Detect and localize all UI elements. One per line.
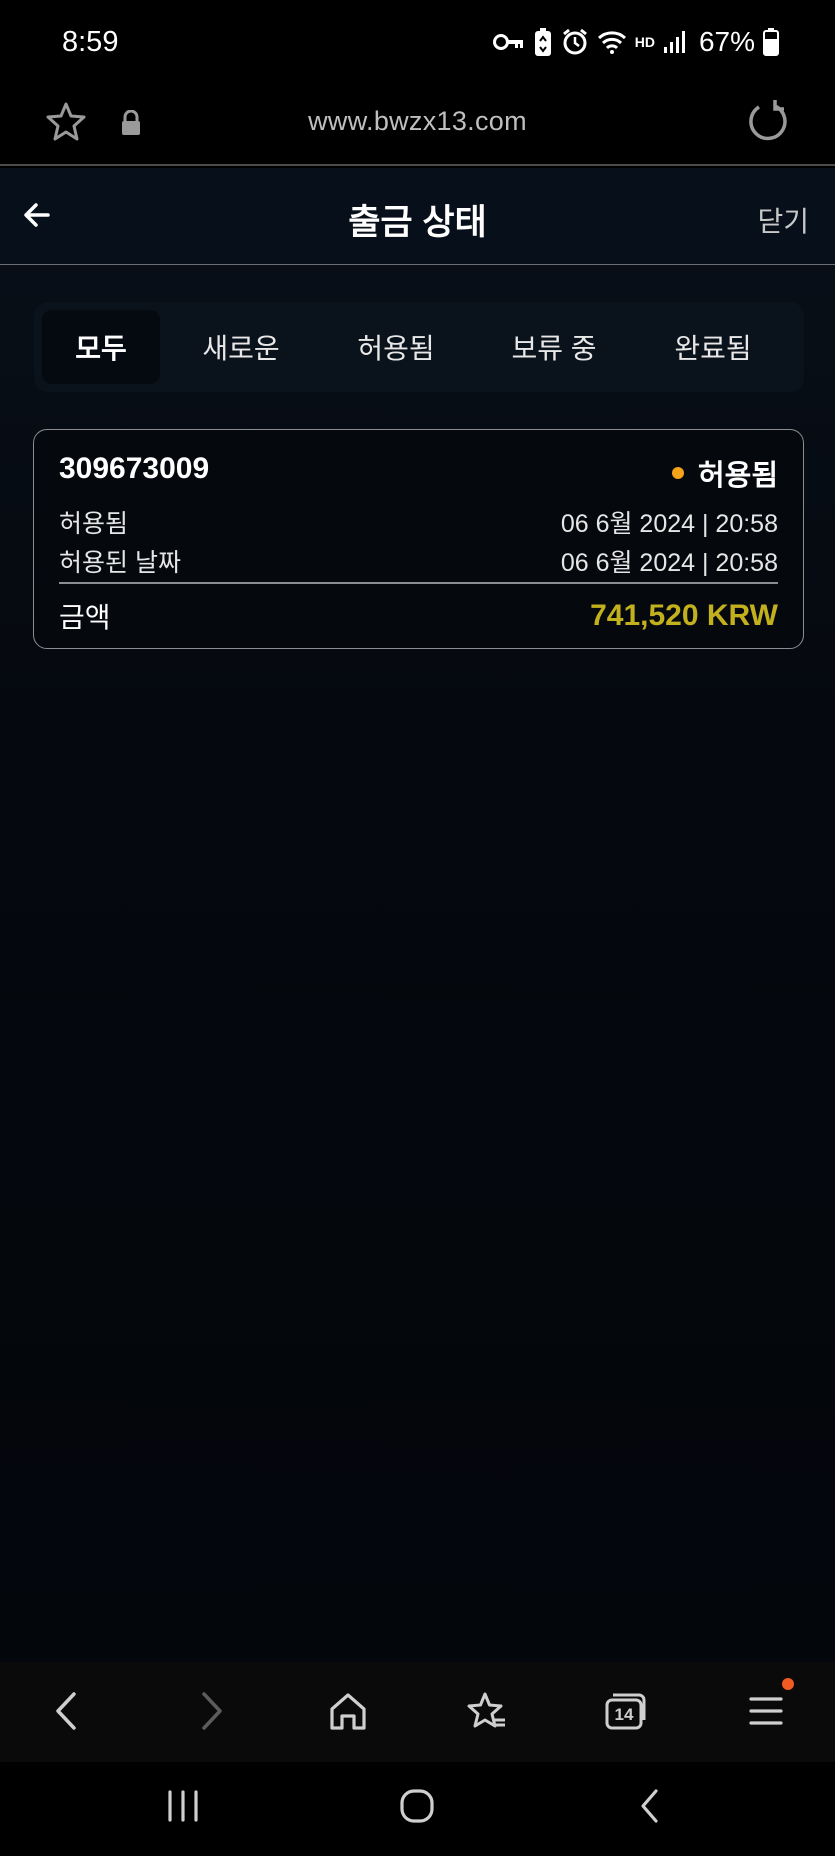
tab-allowed[interactable]: 허용됨 [322, 310, 470, 384]
home-circle-icon[interactable] [397, 1786, 437, 1831]
tab-pending[interactable]: 보류 중 [470, 310, 638, 384]
reload-icon[interactable] [745, 98, 791, 149]
system-navigation-bar [0, 1762, 835, 1856]
status-tabs: 모두 새로운 허용됨 보류 중 완료됨 [34, 302, 804, 392]
notification-dot-icon [782, 1678, 794, 1690]
amount-value: 741,520 KRW [590, 599, 778, 632]
vpn-key-icon [492, 31, 525, 53]
battery-icon [763, 28, 779, 56]
amount-label: 금액 [59, 602, 111, 633]
status-label: 허용됨 [697, 460, 778, 492]
detail-label: 허용된 날짜 [59, 549, 181, 577]
recents-icon[interactable] [165, 1786, 201, 1831]
forward-icon[interactable] [196, 1688, 226, 1739]
battery-percent: 67% [698, 26, 755, 57]
back-icon[interactable] [52, 1688, 82, 1739]
page-header: 출금 상태 닫기 [0, 168, 835, 265]
bookmarks-icon[interactable] [465, 1688, 509, 1739]
system-back-icon[interactable] [636, 1786, 666, 1831]
signal-icon [663, 30, 687, 54]
browser-toolbar: 14 [0, 1662, 835, 1762]
app-content: 출금 상태 닫기 모두 새로운 허용됨 보류 중 완료됨 309673009 허… [0, 168, 835, 1662]
tab-all[interactable]: 모두 [42, 310, 160, 384]
status-icons: HD 67% [492, 24, 779, 60]
tabs-icon[interactable]: 14 [603, 1688, 649, 1739]
status-time: 8:59 [62, 26, 119, 58]
menu-icon[interactable] [748, 1688, 784, 1739]
wifi-icon [597, 29, 627, 55]
url-field[interactable]: www.bwzx13.com [0, 106, 835, 137]
home-icon[interactable] [328, 1688, 368, 1739]
detail-label: 허용됨 [59, 510, 129, 538]
tab-new[interactable]: 새로운 [160, 310, 322, 384]
status-badge: 허용됨 [671, 452, 778, 494]
withdrawal-id: 309673009 [59, 452, 210, 485]
network-type: HD [634, 34, 655, 50]
alarm-icon [561, 28, 589, 56]
detail-row: 허용됨 06 6월 2024 | 20:58 [59, 504, 778, 540]
battery-saver-icon [533, 27, 553, 57]
browser-url-bar: www.bwzx13.com [0, 84, 835, 166]
status-dot-icon [671, 467, 684, 479]
detail-value: 06 6월 2024 | 20:58 [560, 510, 778, 538]
status-bar: 8:59 HD 67% [0, 0, 835, 84]
detail-value: 06 6월 2024 | 20:58 [560, 549, 778, 577]
page-title: 출금 상태 [348, 203, 487, 242]
detail-row: 허용된 날짜 06 6월 2024 | 20:58 [59, 543, 778, 579]
tab-count: 14 [614, 1705, 634, 1724]
divider [59, 582, 778, 584]
amount-row: 금액 741,520 KRW [59, 596, 778, 636]
close-button[interactable]: 닫기 [757, 200, 809, 240]
withdrawal-card[interactable]: 309673009 허용됨 허용됨 06 6월 2024 | 20:58 허용된… [33, 429, 804, 649]
tab-completed[interactable]: 완료됨 [638, 310, 788, 384]
